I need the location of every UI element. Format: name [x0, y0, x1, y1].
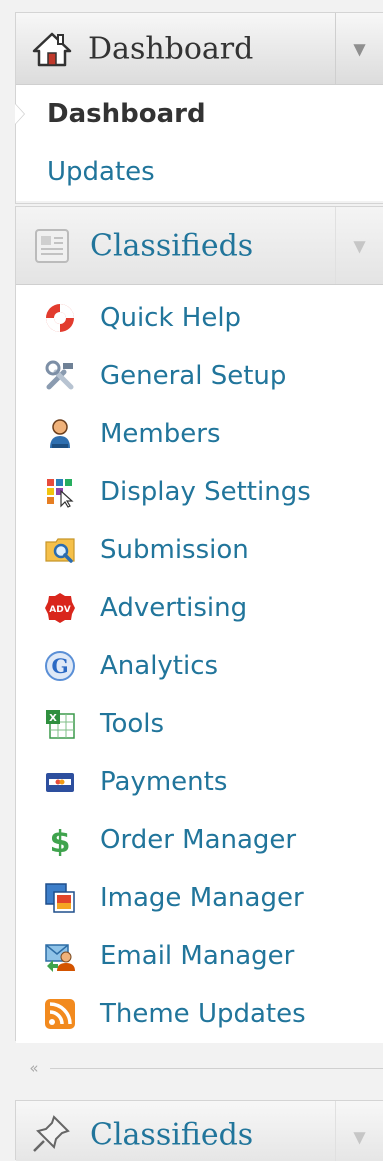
menu-item-tools[interactable]: X Tools	[16, 695, 383, 753]
email-user-icon	[45, 944, 75, 972]
collapse-divider	[50, 1068, 383, 1069]
google-g-icon: G	[45, 651, 75, 681]
submenu-item-updates[interactable]: Updates	[16, 143, 383, 201]
submenu-item-label: Updates	[47, 157, 155, 187]
menu-item-label: Members	[100, 419, 221, 449]
bottom-classifieds-header[interactable]: Classifieds ▼	[16, 1101, 383, 1161]
collapse-menu[interactable]: «	[16, 1054, 383, 1082]
menu-item-general-setup[interactable]: General Setup	[16, 347, 383, 405]
color-grid-icon	[47, 479, 74, 508]
menu-item-label: Image Manager	[100, 883, 304, 913]
home-icon	[32, 32, 72, 66]
menu-item-label: Submission	[100, 535, 249, 565]
double-chevron-left-icon[interactable]: «	[22, 1056, 46, 1080]
triangle-down-icon: ▼	[353, 39, 366, 58]
menu-item-label: Quick Help	[100, 303, 242, 333]
menu-item-label: Analytics	[100, 651, 219, 681]
submenu-item-dashboard[interactable]: Dashboard	[15, 85, 383, 143]
dashboard-submenu: Dashboard Updates	[15, 85, 383, 201]
classifieds-menu-panel: Classifieds ▼ Quick Help General Setup M…	[15, 206, 383, 1043]
user-icon	[50, 419, 70, 448]
svg-text:G: G	[51, 654, 68, 678]
menu-item-submission[interactable]: Submission	[16, 521, 383, 579]
triangle-down-icon: ▼	[353, 236, 366, 255]
menu-item-analytics[interactable]: G Analytics	[16, 637, 383, 695]
svg-text:X: X	[49, 713, 57, 724]
folder-search-icon	[45, 538, 75, 563]
classifieds-menu-toggle[interactable]: ▼	[335, 207, 383, 284]
dashboard-menu-title: Dashboard	[88, 31, 254, 66]
menu-item-quick-help[interactable]: Quick Help	[16, 289, 383, 347]
bottom-classifieds-panel: Classifieds ▼	[15, 1100, 383, 1161]
bottom-classifieds-toggle[interactable]: ▼	[335, 1101, 383, 1161]
menu-item-label: Order Manager	[100, 825, 297, 855]
dashboard-menu-toggle[interactable]: ▼	[335, 13, 383, 84]
bottom-classifieds-title: Classifieds	[90, 1117, 254, 1153]
menu-item-label: Email Manager	[100, 941, 295, 971]
classifieds-submenu: Quick Help General Setup Members Display…	[16, 285, 383, 1043]
menu-item-label: Theme Updates	[100, 999, 306, 1029]
pin-icon	[33, 1115, 70, 1152]
menu-item-email-manager[interactable]: Email Manager	[16, 927, 383, 985]
credit-card-icon	[46, 773, 74, 792]
rss-icon	[45, 999, 75, 1029]
menu-item-advertising[interactable]: ADV Advertising	[16, 579, 383, 637]
tools-icon	[45, 360, 74, 390]
menu-item-image-manager[interactable]: Image Manager	[16, 869, 383, 927]
menu-item-label: Advertising	[100, 593, 248, 623]
menu-item-label: Payments	[100, 767, 228, 797]
document-icon	[35, 228, 69, 263]
menu-item-display-settings[interactable]: Display Settings	[16, 463, 383, 521]
menu-item-theme-updates[interactable]: Theme Updates	[16, 985, 383, 1043]
menu-item-label: General Setup	[100, 361, 287, 391]
dashboard-menu-panel: Dashboard ▼ Dashboard Updates	[15, 12, 383, 204]
svg-text:ADV: ADV	[49, 605, 70, 615]
menu-item-payments[interactable]: Payments	[16, 753, 383, 811]
classifieds-menu-title: Classifieds	[90, 228, 254, 263]
menu-item-label: Tools	[100, 709, 165, 739]
svg-text:$: $	[50, 825, 71, 856]
menu-item-members[interactable]: Members	[16, 405, 383, 463]
menu-item-order-manager[interactable]: $ Order Manager	[16, 811, 383, 869]
menu-item-label: Display Settings	[100, 477, 311, 507]
dashboard-menu-header[interactable]: Dashboard ▼	[16, 13, 383, 85]
submenu-item-label: Dashboard	[47, 99, 206, 129]
adv-badge-icon: ADV	[45, 593, 75, 623]
classifieds-menu-header[interactable]: Classifieds ▼	[16, 207, 383, 285]
dollar-icon: $	[50, 825, 71, 856]
spreadsheet-icon: X	[46, 710, 75, 739]
lifebuoy-icon	[46, 304, 74, 332]
images-icon	[45, 883, 75, 913]
